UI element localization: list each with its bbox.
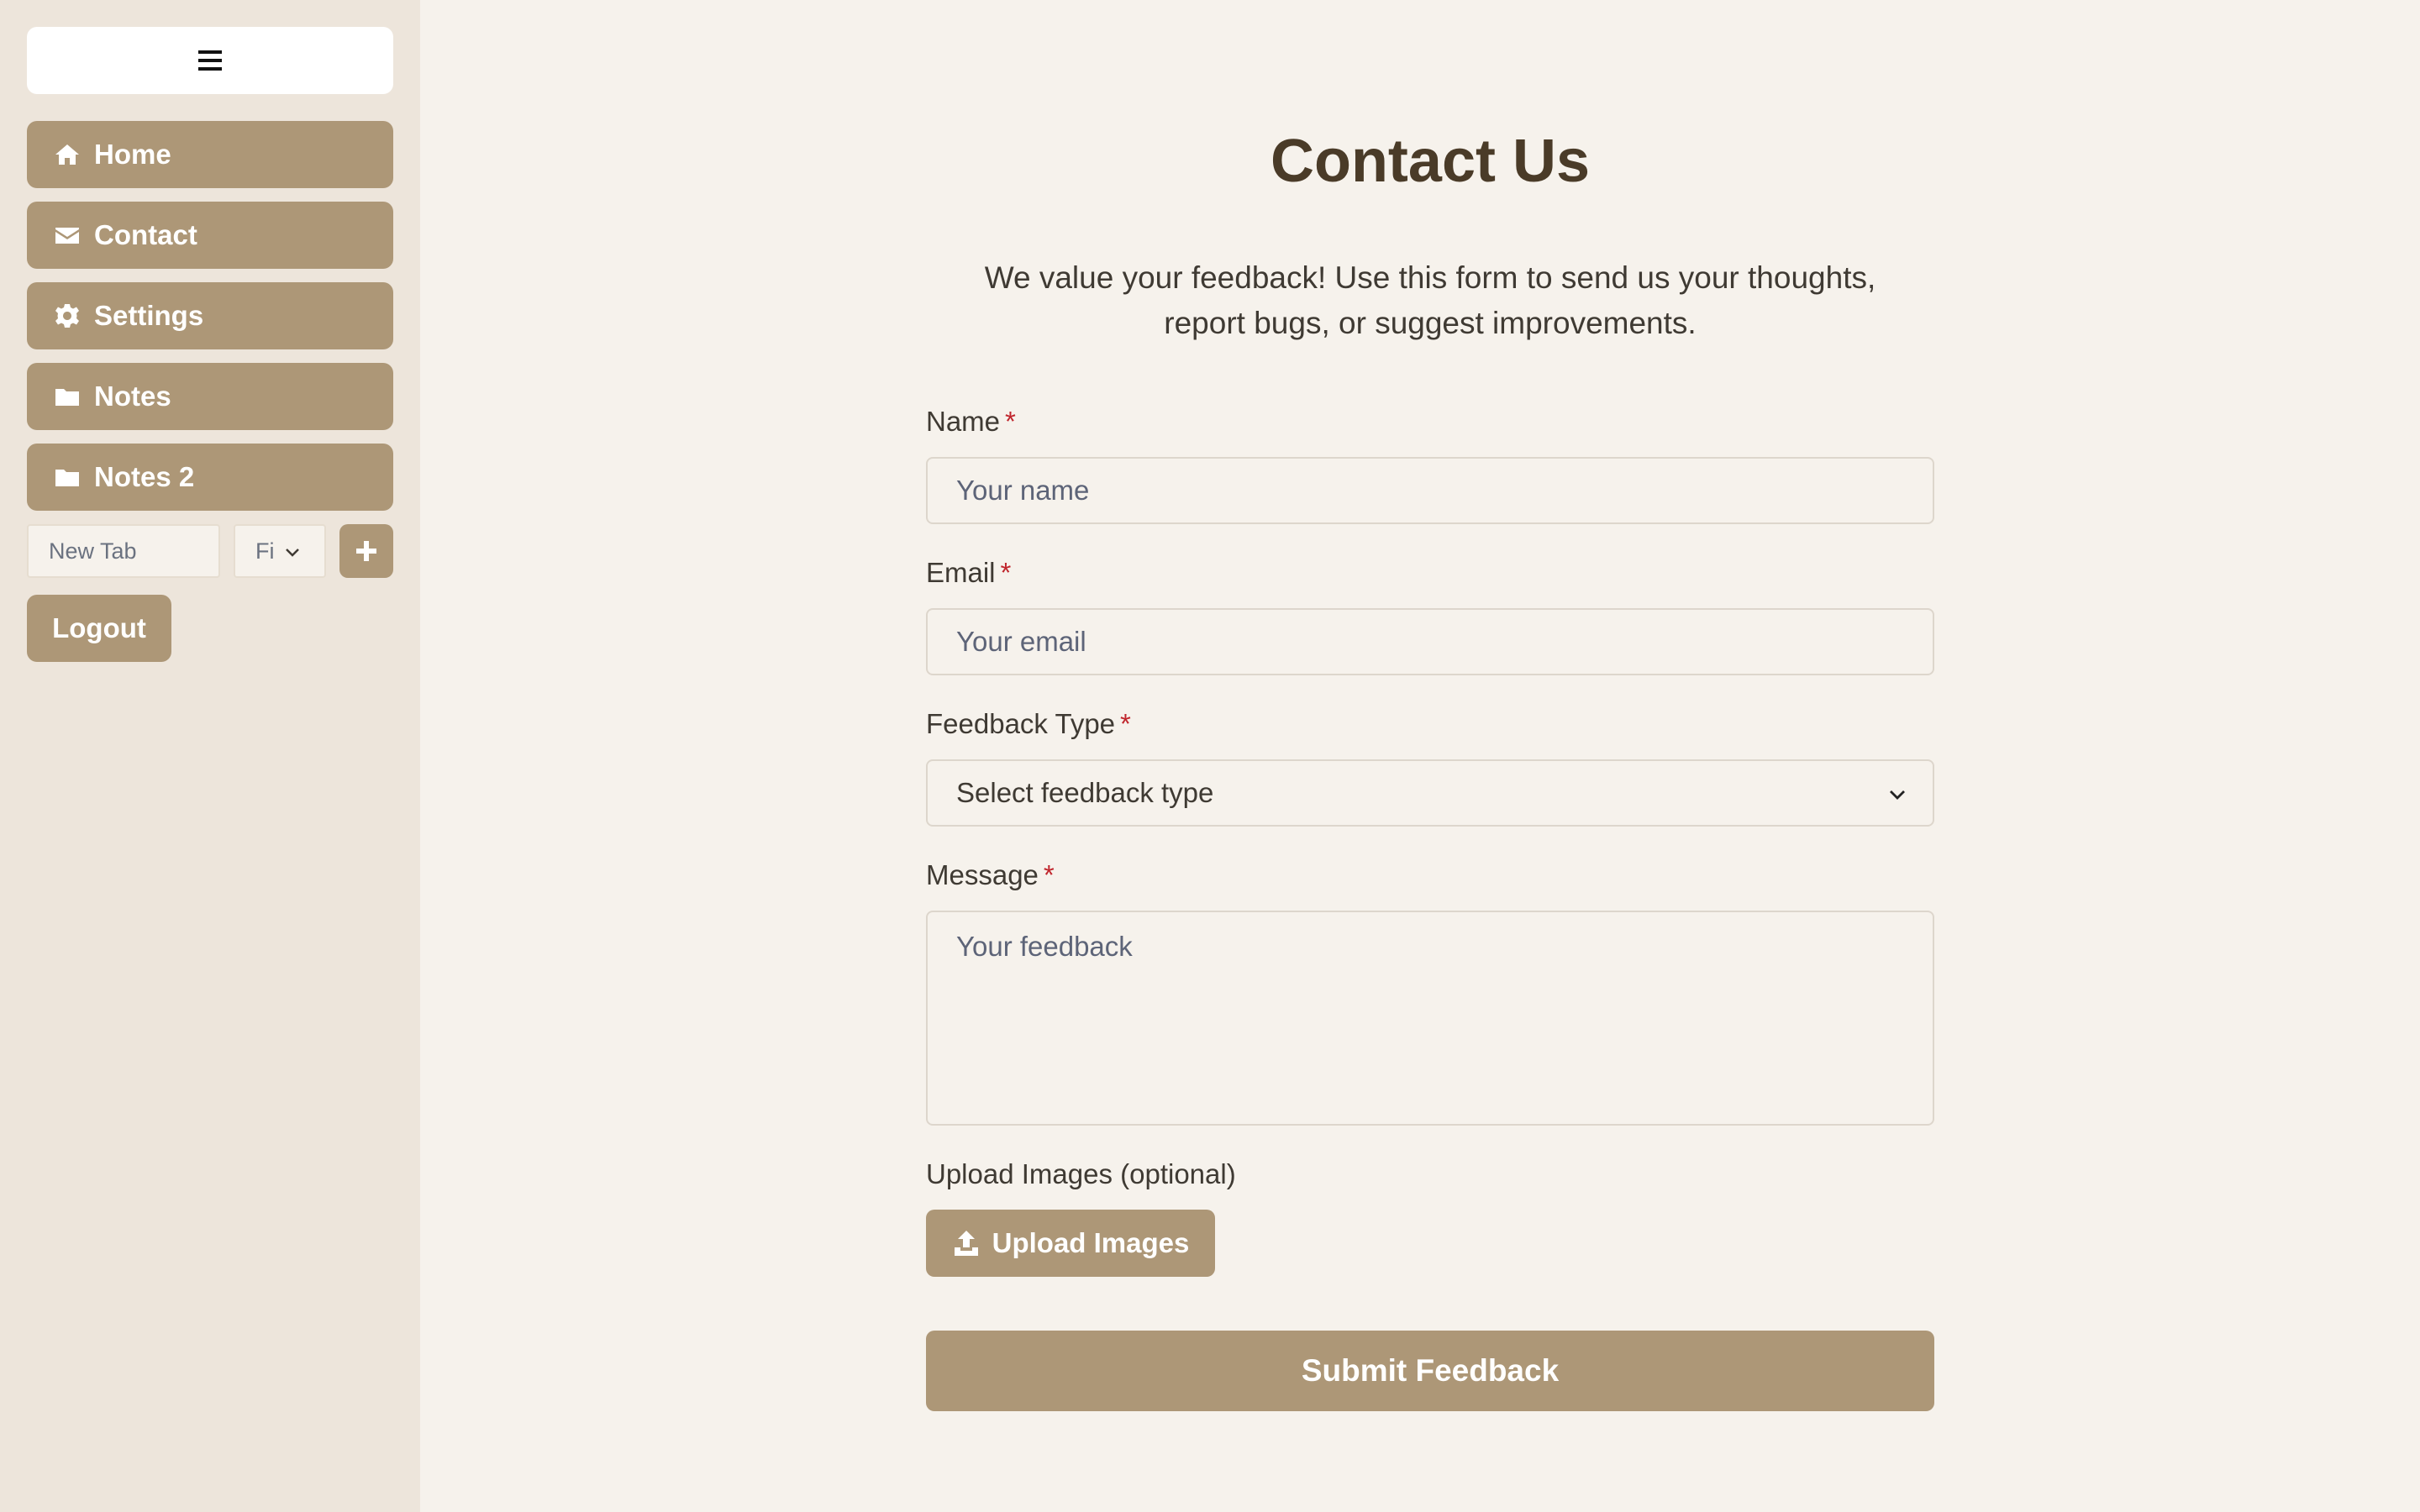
plus-icon	[356, 541, 376, 561]
name-label-text: Name	[926, 406, 1001, 437]
sidebar-item-label: Settings	[94, 300, 204, 331]
folder-icon	[54, 383, 81, 410]
sidebar: Home Contact Settings Notes Notes 2 New …	[0, 0, 420, 1512]
page-title: Contact Us	[1270, 128, 1591, 195]
upload-button-label: Upload Images	[992, 1227, 1190, 1258]
envelope-icon	[54, 222, 81, 249]
main-content: Contact Us We value your feedback! Use t…	[420, 0, 2420, 1512]
sidebar-item-home[interactable]: Home	[27, 121, 393, 188]
new-tab-row: Fi	[27, 524, 393, 578]
feedback-type-label-text: Feedback Type	[926, 708, 1116, 739]
email-field-group: Email *	[926, 556, 1934, 675]
sidebar-item-contact[interactable]: Contact	[27, 202, 393, 269]
chevron-down-icon	[286, 549, 299, 557]
message-textarea[interactable]	[926, 911, 1934, 1126]
message-field-group: Message *	[926, 858, 1934, 1126]
email-label-text: Email	[926, 557, 996, 588]
hamburger-icon	[198, 50, 222, 71]
home-icon	[54, 141, 81, 168]
tab-type-select[interactable]: Fi	[234, 524, 326, 578]
sidebar-item-notes[interactable]: Notes	[27, 363, 393, 430]
name-field-group: Name *	[926, 405, 1934, 524]
feedback-type-select[interactable]: Select feedback type	[926, 759, 1934, 827]
email-label: Email *	[926, 556, 1934, 590]
folder-icon	[54, 464, 81, 491]
sidebar-item-label: Home	[94, 139, 171, 170]
upload-label: Upload Images (optional)	[926, 1158, 1236, 1189]
tab-type-value: Fi	[255, 538, 274, 564]
required-mark: *	[1005, 406, 1016, 437]
required-mark: *	[1043, 859, 1055, 890]
email-input[interactable]	[926, 608, 1934, 675]
sidebar-item-label: Notes 2	[94, 461, 195, 492]
contact-form: Contact Us We value your feedback! Use t…	[926, 0, 1934, 1411]
chevron-down-icon	[1890, 790, 1905, 800]
gear-icon	[54, 302, 81, 329]
feedback-type-group: Feedback Type * Select feedback type	[926, 707, 1934, 827]
new-tab-input[interactable]	[27, 524, 220, 578]
upload-images-button[interactable]: Upload Images	[926, 1210, 1215, 1277]
feedback-type-label: Feedback Type *	[926, 707, 1934, 741]
upload-icon	[954, 1231, 978, 1256]
app-root: Home Contact Settings Notes Notes 2 New …	[0, 0, 2420, 1512]
required-mark: *	[1120, 708, 1131, 739]
intro-text: We value your feedback! Use this form to…	[984, 260, 1876, 340]
submit-feedback-button[interactable]: Submit Feedback	[926, 1331, 1934, 1411]
sidebar-item-notes-2[interactable]: Notes 2	[27, 444, 393, 511]
feedback-type-value: Select feedback type	[956, 777, 1214, 808]
sidebar-item-label: Contact	[94, 219, 197, 250]
menu-toggle-button[interactable]	[27, 27, 393, 94]
logout-button[interactable]: Logout	[27, 595, 171, 662]
name-label: Name *	[926, 405, 1934, 438]
sidebar-item-settings[interactable]: Settings	[27, 282, 393, 349]
required-mark: *	[1000, 557, 1012, 588]
message-label: Message *	[926, 858, 1934, 892]
upload-group: Upload Images (optional) Upload Images	[926, 1158, 1934, 1277]
name-input[interactable]	[926, 457, 1934, 524]
message-label-text: Message	[926, 859, 1039, 890]
sidebar-item-label: Notes	[94, 381, 171, 412]
add-tab-button[interactable]	[339, 524, 393, 578]
